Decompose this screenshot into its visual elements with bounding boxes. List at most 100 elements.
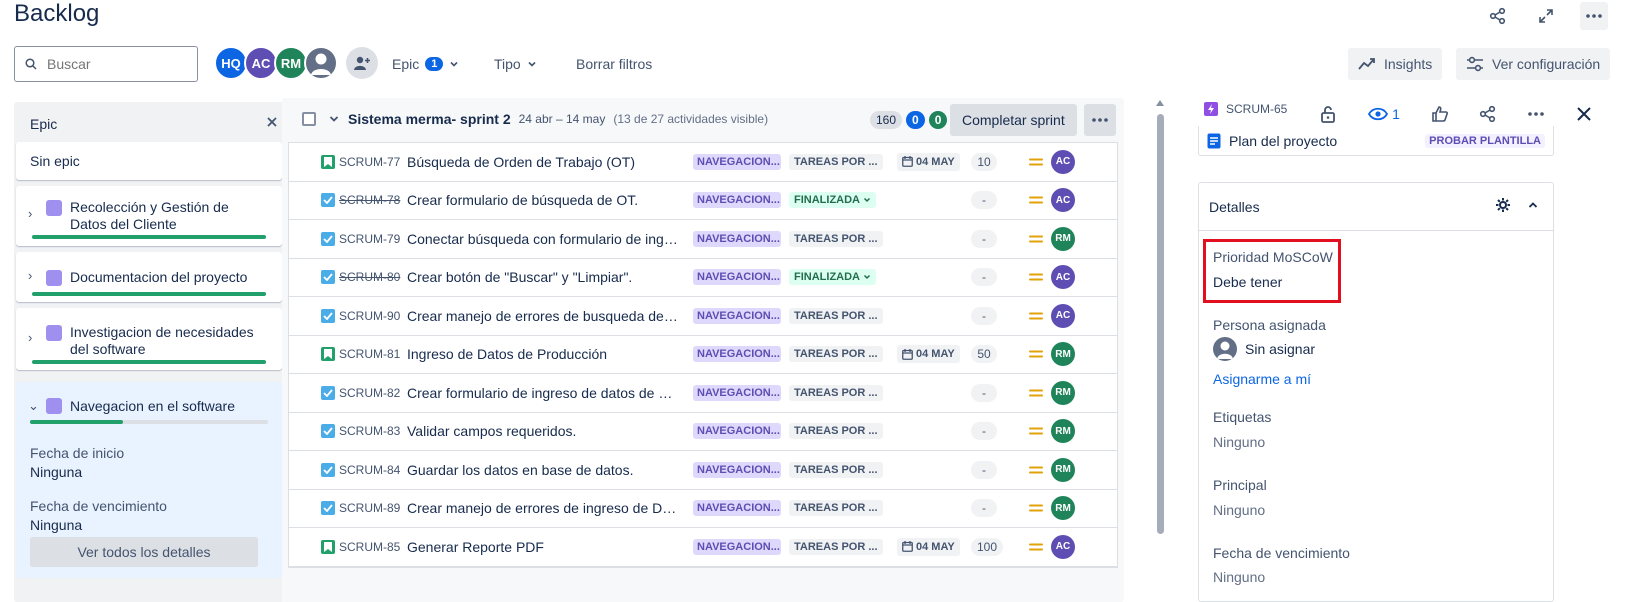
epic-item[interactable]: › Recolección y Gestión de Datos del Clie… [16,186,282,246]
issue-key[interactable]: SCRUM-83 [339,424,400,438]
issue-row[interactable]: SCRUM-84 Guardar los datos en base de dat… [289,451,1117,490]
add-person-button[interactable] [346,47,378,79]
status-dropdown[interactable]: TAREAS POR ... [789,307,883,324]
issue-row[interactable]: SCRUM-81 Ingreso de Datos de Producción NA… [289,336,1117,374]
issue-key[interactable]: SCRUM-80 [339,270,400,284]
issue-key[interactable]: SCRUM-82 [339,386,400,400]
assignee-avatar[interactable]: RM [1051,226,1075,251]
assignee-avatar[interactable]: AC [1051,265,1075,290]
issue-key[interactable]: SCRUM-81 [339,347,400,361]
issue-row[interactable]: SCRUM-78 Crear formulario de búsqueda de … [289,182,1117,220]
issue-summary[interactable]: Crear manejo de errores de ingreso de Da… [407,500,679,516]
close-icon[interactable] [1570,100,1598,128]
issue-key[interactable]: SCRUM-78 [339,193,400,207]
story-points-badge[interactable]: - [971,499,997,518]
issue-summary[interactable]: Crear manejo de errores de busqueda de O… [407,308,679,324]
avatar[interactable]: HQ [214,46,248,80]
assignee-avatar[interactable]: AC [1051,534,1075,559]
select-all-checkbox[interactable] [302,112,316,126]
issue-summary[interactable]: Validar campos requeridos. [407,423,576,439]
parent-card[interactable]: Plan del proyecto PROBAR PLANTILLA [1198,126,1554,156]
details-header[interactable]: Detalles [1199,183,1553,231]
epic-item[interactable]: › Documentacion del proyecto [16,252,282,302]
issue-summary[interactable]: Crear botón de "Buscar" y "Limpiar". [407,269,632,285]
tipo-filter[interactable]: Tipo [494,52,537,76]
issue-summary[interactable]: Ingreso de Datos de Producción [407,346,607,362]
issue-row[interactable]: SCRUM-89 Crear manejo de errores de ingre… [289,490,1117,528]
view-settings-button[interactable]: Ver configuración [1456,48,1611,80]
chevron-up-icon[interactable] [1527,199,1539,211]
insights-button[interactable]: Insights [1348,48,1443,80]
assignee-field[interactable]: Sin asignar [1213,337,1315,361]
assignee-avatar[interactable]: RM [1051,496,1075,521]
avatar[interactable]: RM [274,46,308,80]
search-box[interactable] [14,46,198,82]
moscow-value[interactable]: Debe tener [1213,274,1282,290]
status-dropdown[interactable]: TAREAS POR ... [789,230,883,247]
issue-summary[interactable]: Guardar los datos en base de datos. [407,462,633,478]
story-points-badge[interactable]: - [971,268,997,287]
issue-key[interactable]: SCRUM-89 [339,501,400,515]
share-icon[interactable] [1474,100,1502,128]
status-dropdown[interactable]: FINALIZADA [789,192,876,209]
assignee-avatar[interactable]: AC [1051,149,1075,174]
gear-icon[interactable] [1495,197,1511,213]
assignee-avatar[interactable]: RM [1051,342,1075,367]
issue-summary[interactable]: Crear formulario de ingreso de datos de … [407,385,679,401]
chevron-down-icon[interactable] [328,113,340,125]
issue-summary[interactable]: Generar Reporte PDF [407,539,544,555]
sprint-more-button[interactable] [1084,104,1116,136]
assignee-avatar[interactable]: RM [1051,380,1075,405]
see-all-details-button[interactable]: Ver todos los detalles [30,537,258,567]
issue-row[interactable]: SCRUM-83 Validar campos requeridos. NAVEGA… [289,413,1117,451]
principal-value[interactable]: Ninguno [1213,502,1265,518]
epic-item[interactable]: › Investigacion de necesidades del softwa… [16,308,282,370]
story-points-badge[interactable]: 10 [971,152,997,171]
clear-filters-button[interactable]: Borrar filtros [576,52,652,76]
issue-row[interactable]: SCRUM-80 Crear botón de "Buscar" y "Limpi… [289,259,1117,297]
issue-key[interactable]: SCRUM-77 [339,155,400,169]
status-dropdown[interactable]: TAREAS POR ... [789,538,883,555]
scroll-up-icon[interactable] [1156,100,1164,106]
more-icon[interactable] [1522,100,1550,128]
story-points-badge[interactable]: - [971,191,997,210]
assignee-avatar[interactable]: AC [1051,303,1075,328]
status-dropdown[interactable]: TAREAS POR ... [789,153,883,170]
status-dropdown[interactable]: TAREAS POR ... [789,346,883,363]
status-dropdown[interactable]: TAREAS POR ... [789,500,883,517]
lock-icon[interactable] [1314,100,1342,128]
watch-button[interactable]: 1 [1362,100,1406,128]
issue-key-link[interactable]: SCRUM-65 [1226,102,1287,116]
status-dropdown[interactable]: TAREAS POR ... [789,384,883,401]
thumbs-up-icon[interactable] [1426,100,1454,128]
assignee-avatar[interactable]: RM [1051,457,1075,482]
unassigned-avatar[interactable] [304,46,338,80]
issue-summary[interactable]: Conectar búsqueda con formulario de ingr… [407,231,679,247]
issue-row[interactable]: SCRUM-85 Generar Reporte PDF NAVEGACION...… [289,528,1117,567]
issue-row[interactable]: SCRUM-82 Crear formulario de ingreso de d… [289,374,1117,413]
issue-summary[interactable]: Búsqueda de Orden de Trabajo (OT) [407,154,635,170]
issue-key[interactable]: SCRUM-90 [339,309,400,323]
issue-row[interactable]: SCRUM-77 Búsqueda de Orden de Trabajo (OT… [289,143,1117,182]
issue-row[interactable]: SCRUM-90 Crear manejo de errores de busqu… [289,297,1117,336]
story-points-badge[interactable]: 50 [971,345,997,364]
issue-summary[interactable]: Crear formulario de búsqueda de OT. [407,192,638,208]
issue-key[interactable]: SCRUM-85 [339,540,400,554]
epic-item-expanded[interactable]: ⌄ Navegacion en el software Fecha de ini… [16,382,282,578]
avatar[interactable]: AC [244,46,278,80]
complete-sprint-button[interactable]: Completar sprint [950,104,1077,136]
due-date-value[interactable]: Ninguno [1213,569,1265,585]
search-input[interactable] [45,55,185,73]
more-icon[interactable] [1580,2,1608,30]
epic-filter[interactable]: Epic 1 [392,52,459,76]
assignee-avatar[interactable]: AC [1051,188,1075,213]
story-points-badge[interactable]: - [971,422,997,441]
scrollbar[interactable] [1154,98,1166,602]
assign-to-me-link[interactable]: Asignarme a mí [1213,371,1311,387]
issue-row[interactable]: SCRUM-79 Conectar búsqueda con formulario… [289,220,1117,259]
epic-item-none[interactable]: Sin epic [16,142,282,180]
story-points-badge[interactable]: - [971,306,997,325]
share-icon[interactable] [1484,2,1512,30]
story-points-badge[interactable]: - [971,383,997,402]
issue-key[interactable]: SCRUM-79 [339,232,400,246]
